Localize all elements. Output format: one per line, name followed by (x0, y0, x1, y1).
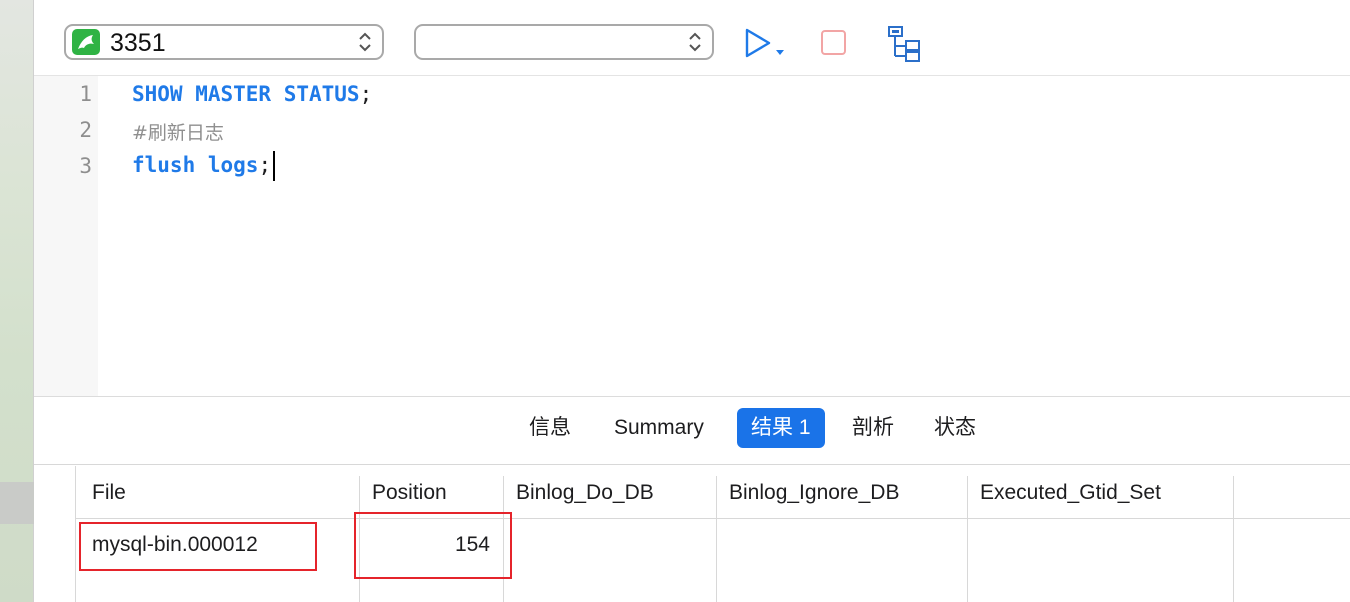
code-line-2: #刷新日志 (132, 118, 224, 145)
connection-name: 3351 (110, 29, 166, 57)
highlight-box-file (79, 522, 317, 571)
column-header-binlog-ignore-db[interactable]: Binlog_Ignore_DB (713, 466, 899, 519)
tab-status[interactable]: 状态 (920, 408, 990, 448)
run-button[interactable] (740, 24, 786, 64)
result-grid: File Position Binlog_Do_DB Binlog_Ignore… (34, 466, 1350, 602)
sql-editor[interactable]: 1 2 3 SHOW MASTER STATUS; #刷新日志 flush lo… (34, 76, 1350, 397)
sql-punctuation: ; (359, 82, 373, 106)
column-divider (1233, 476, 1234, 602)
explain-icon (888, 26, 920, 62)
tab-profile[interactable]: 剖析 (838, 408, 908, 448)
sql-keyword: flush logs (132, 153, 259, 177)
table-cell-binlog-ignore-db[interactable] (717, 520, 967, 570)
query-toolbar: 3351 (34, 0, 1350, 76)
highlight-box-position (354, 512, 512, 579)
code-line-3: flush logs; (132, 151, 276, 181)
stepper-updown-icon (359, 32, 371, 52)
sql-comment: #刷新日志 (132, 122, 224, 144)
sidebar-selected-item[interactable] (0, 482, 34, 524)
database-select[interactable] (414, 24, 714, 60)
tab-info[interactable]: 信息 (515, 408, 585, 448)
tab-result-1[interactable]: 结果 1 (737, 408, 825, 448)
table-cell-binlog-do-db[interactable] (504, 520, 716, 570)
column-header-binlog-do-db[interactable]: Binlog_Do_DB (500, 466, 654, 519)
line-number-gutter: 1 2 3 (34, 76, 98, 396)
play-icon (745, 28, 784, 58)
column-header-executed-gtid-set[interactable]: Executed_Gtid_Set (964, 466, 1161, 519)
row-header-gutter (34, 466, 76, 602)
sidebar-edge (0, 0, 34, 602)
stop-icon (821, 30, 846, 55)
explain-button[interactable] (882, 24, 928, 64)
line-number: 2 (79, 118, 92, 142)
column-header-file[interactable]: File (76, 466, 126, 519)
grid-header: File Position Binlog_Do_DB Binlog_Ignore… (76, 466, 1350, 519)
result-tabs: 信息 Summary 结果 1 剖析 状态 (34, 398, 1350, 465)
line-number: 1 (79, 82, 92, 106)
stepper-updown-icon (689, 32, 701, 52)
text-cursor (273, 151, 276, 181)
connection-select[interactable]: 3351 (64, 24, 384, 60)
stop-button[interactable] (812, 24, 858, 64)
tab-summary[interactable]: Summary (600, 408, 718, 448)
mysql-dolphin-icon (72, 29, 100, 55)
sql-punctuation: ; (258, 153, 272, 177)
line-number: 3 (79, 154, 92, 178)
code-line-1: SHOW MASTER STATUS; (132, 82, 372, 106)
sql-keyword: SHOW MASTER STATUS (132, 82, 360, 106)
table-cell-executed-gtid-set[interactable] (968, 520, 1233, 570)
